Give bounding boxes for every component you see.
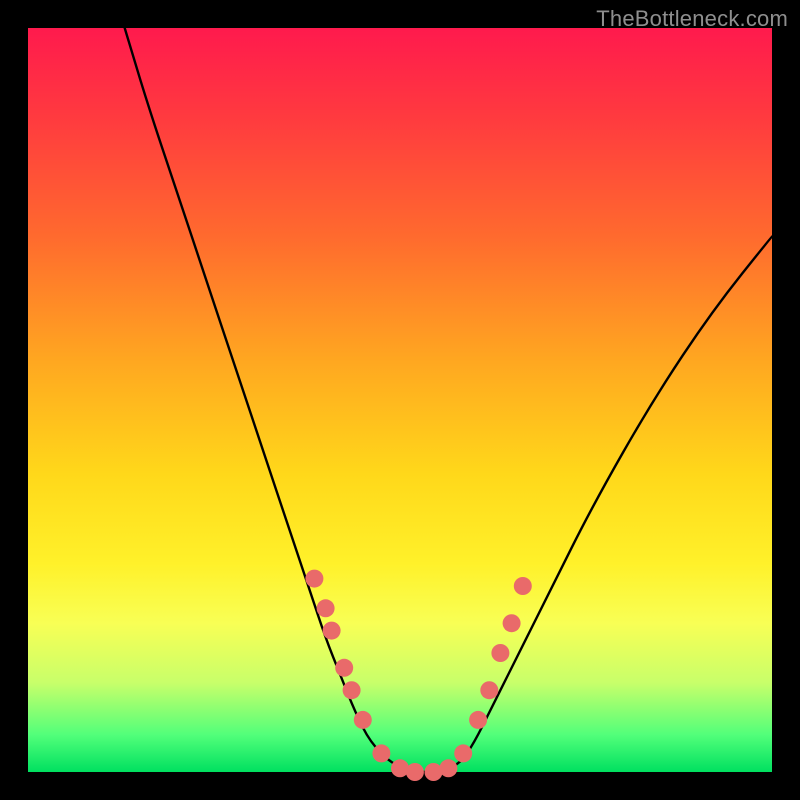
chart-svg xyxy=(28,28,772,772)
highlight-point xyxy=(480,681,498,699)
highlight-point xyxy=(406,763,424,781)
highlight-point xyxy=(335,659,353,677)
highlight-point xyxy=(305,570,323,588)
highlight-point xyxy=(323,622,341,640)
highlight-point xyxy=(343,681,361,699)
highlight-point xyxy=(454,744,472,762)
highlight-point xyxy=(372,744,390,762)
highlight-point xyxy=(514,577,532,595)
highlight-point xyxy=(439,759,457,777)
highlight-point xyxy=(317,599,335,617)
chart-stage: TheBottleneck.com xyxy=(0,0,800,800)
highlight-point xyxy=(491,644,509,662)
chart-plot-area xyxy=(28,28,772,772)
bottleneck-curve xyxy=(125,28,772,772)
highlight-point xyxy=(354,711,372,729)
highlight-point xyxy=(503,614,521,632)
highlight-point xyxy=(469,711,487,729)
highlight-markers xyxy=(305,570,531,781)
